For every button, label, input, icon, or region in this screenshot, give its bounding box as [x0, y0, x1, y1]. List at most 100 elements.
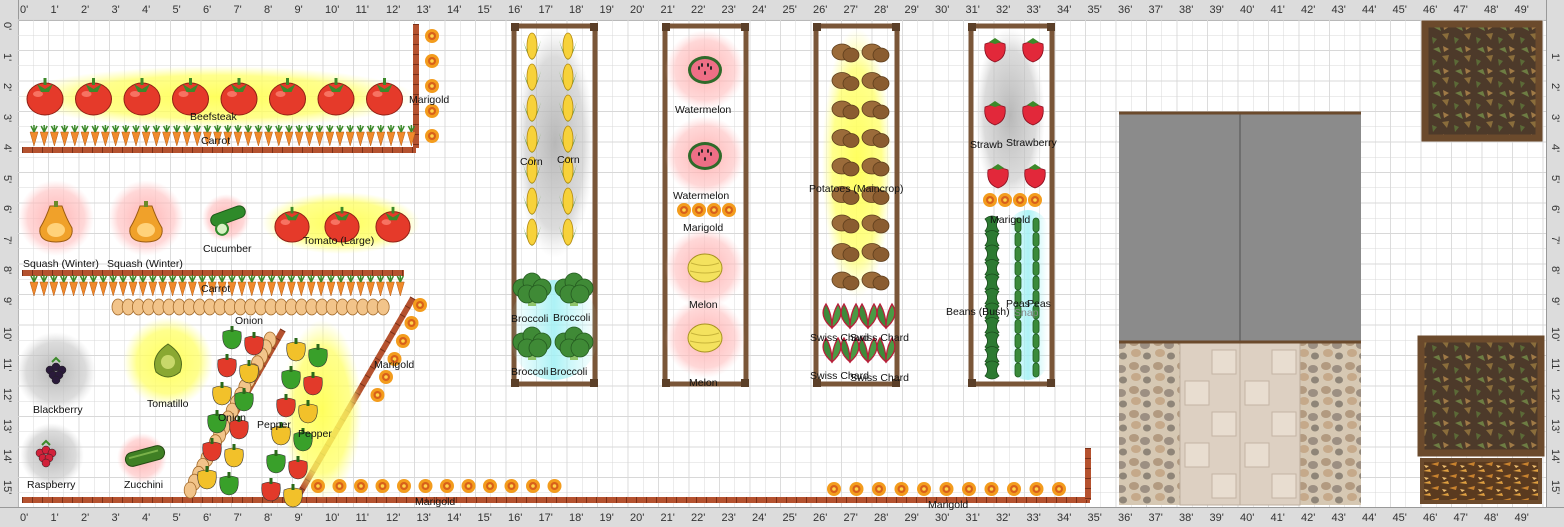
- raised-bed-strawberry-corner: [1047, 379, 1055, 387]
- carrot-icon: [284, 125, 294, 147]
- carrot-icon: [274, 125, 284, 147]
- garden-planner[interactable]: 0' 1' 2' 3' 4' 5' 6' 7' 8' 9' 10' 11' 12' 13' 14' 15' 16…: [0, 0, 1564, 527]
- pea-icon: [1014, 246, 1022, 262]
- mulch-bed: [1420, 458, 1542, 504]
- carrot-icon: [386, 125, 396, 147]
- marigold-icon: [547, 479, 562, 493]
- marigold-icon: [483, 479, 497, 493]
- marigold-icon: [332, 479, 347, 493]
- flagstone: [1244, 380, 1270, 406]
- marigold-icon: [983, 193, 997, 207]
- raised-bed-corn-corner: [590, 23, 598, 31]
- marigold-icon: [1013, 193, 1027, 207]
- carrot-icon: [29, 125, 39, 147]
- marigold-icon: [379, 370, 393, 384]
- compost-bin-1: [1425, 24, 1539, 138]
- planner-canvas[interactable]: [0, 0, 1564, 527]
- carrot-icon: [29, 275, 39, 297]
- carrot-icon: [111, 125, 120, 147]
- carrot-icon: [396, 125, 406, 147]
- water-halo-peas: [1008, 210, 1048, 380]
- flagstone: [1271, 411, 1297, 437]
- chard-icon: [822, 336, 842, 364]
- carrot-icon: [264, 125, 273, 147]
- onion-icon: [376, 298, 390, 316]
- marigold-icon: [404, 316, 419, 330]
- carrot-icon: [366, 125, 375, 147]
- carrot-icon: [257, 275, 267, 297]
- compost-bin-2: [1421, 339, 1541, 453]
- melon-icon: [687, 253, 723, 283]
- pea-icon: [1032, 217, 1040, 233]
- carrot-icon: [386, 275, 395, 297]
- carrot-icon: [188, 275, 197, 297]
- marigold-icon: [461, 479, 476, 493]
- marigold-icon: [504, 479, 519, 493]
- carrot-icon: [294, 125, 304, 147]
- carrot-icon: [70, 125, 80, 147]
- raised-bed-potato-corner: [813, 23, 821, 31]
- marigold-icon: [425, 104, 439, 118]
- carrot-icon: [316, 275, 326, 297]
- pea-icon: [1014, 217, 1022, 233]
- flagstone: [1211, 473, 1237, 499]
- carrot-icon: [131, 125, 141, 147]
- carrot-icon: [158, 275, 168, 297]
- raised-bed-strawberry-corner: [968, 379, 976, 387]
- carrot-icon: [366, 275, 375, 297]
- carrot-icon: [233, 125, 243, 147]
- carrot-icon: [315, 125, 324, 147]
- carrot-icon: [80, 125, 90, 147]
- watermelon-icon: [688, 142, 722, 170]
- marigold-icon: [526, 479, 540, 493]
- carrot-icon: [60, 125, 69, 147]
- marigold-icon: [827, 482, 841, 496]
- pea-icon: [1032, 333, 1040, 349]
- marigold-icon: [425, 54, 439, 68]
- carrot-icon: [50, 125, 59, 147]
- chard-icon: [840, 302, 860, 330]
- carrot-icon: [325, 125, 335, 147]
- carrot-icon: [213, 125, 222, 147]
- carrot-icon: [376, 275, 385, 297]
- carrot-icon: [277, 275, 286, 297]
- carrot-icon: [243, 125, 253, 147]
- flagstone: [1271, 349, 1297, 375]
- carrot-icon: [39, 275, 49, 297]
- carrot-icon: [296, 275, 306, 297]
- raised-bed-strawberry-corner: [1047, 23, 1055, 31]
- pea-icon: [1032, 304, 1040, 320]
- chard-icon: [840, 336, 860, 364]
- carrot-icon: [90, 125, 100, 147]
- carrot-icon: [118, 275, 128, 297]
- carrot-icon: [49, 275, 59, 297]
- pepper-icon: [224, 444, 244, 468]
- pepper-icon: [219, 472, 239, 496]
- carrot-icon: [356, 275, 366, 297]
- marigold-icon: [418, 479, 433, 493]
- pea-icon: [1032, 261, 1040, 276]
- carrot-icon: [182, 125, 192, 147]
- pea-icon: [1032, 275, 1040, 291]
- marigold-icon: [387, 352, 402, 366]
- chard-icon: [858, 302, 878, 330]
- raised-bed-corn-corner: [511, 23, 519, 31]
- carrot-icon: [178, 275, 187, 297]
- marigold-icon: [894, 482, 909, 496]
- carrot-icon: [59, 275, 69, 297]
- onion-icon: [183, 481, 197, 499]
- pea-icon: [1014, 275, 1022, 291]
- raised-bed-strawberry-corner: [968, 23, 976, 31]
- carrot-icon: [335, 125, 345, 147]
- carrot-icon: [101, 125, 110, 147]
- pea-icon: [1014, 290, 1022, 305]
- carrot-icon: [217, 275, 227, 297]
- carrot-icon: [345, 125, 355, 147]
- carrot-icon: [287, 275, 296, 297]
- carrot-icon: [168, 275, 177, 297]
- carrot-icon: [172, 125, 182, 147]
- raised-bed-melon-corner: [662, 23, 670, 31]
- pea-icon: [1014, 362, 1022, 378]
- marigold-icon: [939, 482, 954, 496]
- marigold-icon: [917, 482, 931, 496]
